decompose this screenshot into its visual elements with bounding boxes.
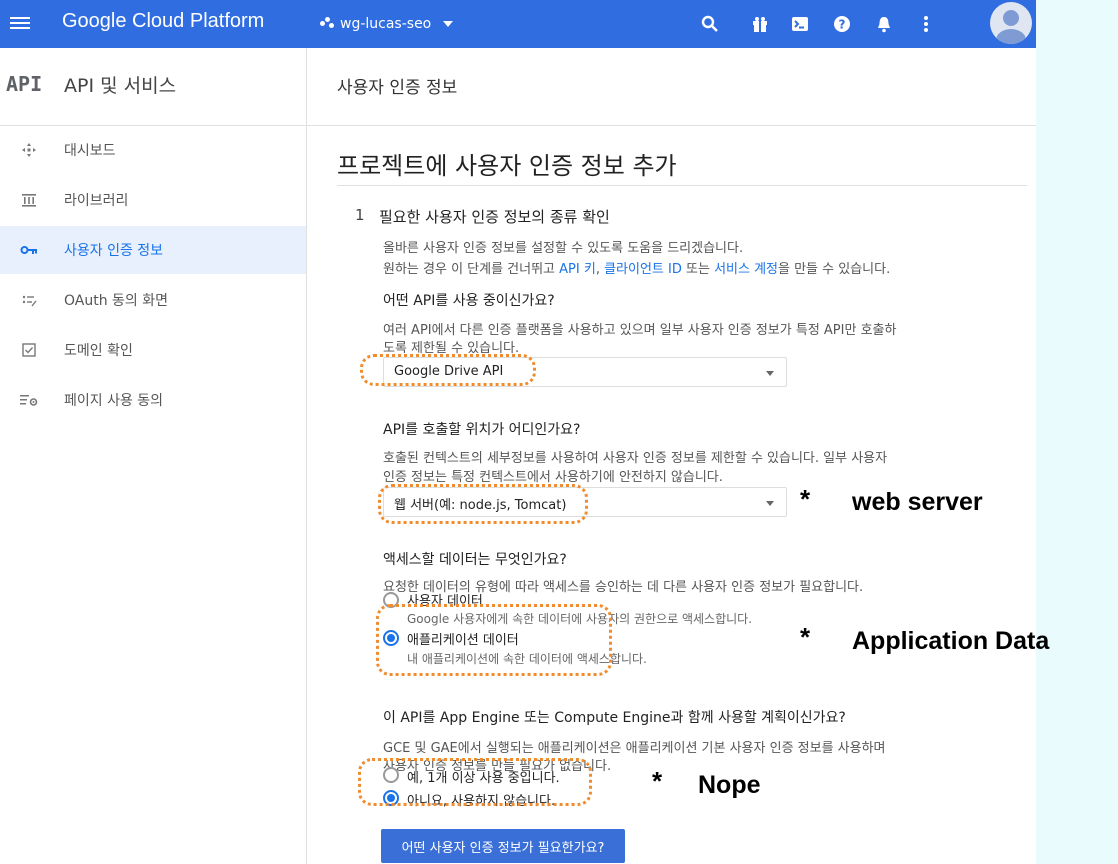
sidebar-item-library[interactable]: 라이브러리 bbox=[0, 176, 306, 224]
brand-title[interactable]: Google Cloud Platform bbox=[62, 10, 264, 33]
sidebar-item-credentials[interactable]: 사용자 인증 정보 bbox=[0, 226, 306, 274]
question-engine: 이 API를 App Engine 또는 Compute Engine과 함께 … bbox=[383, 710, 846, 726]
api-select-value: Google Drive API bbox=[394, 364, 504, 379]
radio-engine-yes-label: 예, 1개 이상 사용 중입니다. bbox=[407, 771, 560, 786]
project-selector[interactable]: wg-lucas-seo bbox=[320, 12, 454, 36]
step-title: 필요한 사용자 인증 정보의 종류 확인 bbox=[379, 208, 610, 226]
sidebar-item-page-usage-agreement[interactable]: 페이지 사용 동의 bbox=[0, 376, 306, 424]
question-location-desc: 인증 정보는 특정 컨텍스트에서 사용하기에 안전하지 않습니다. bbox=[383, 470, 723, 485]
question-api: 어떤 API를 사용 중이신가요? bbox=[383, 293, 555, 309]
dropdown-caret-icon bbox=[766, 371, 774, 376]
sidebar-item-dashboard[interactable]: 대시보드 bbox=[0, 126, 306, 174]
project-name: wg-lucas-seo bbox=[340, 16, 432, 32]
more-vert-icon[interactable] bbox=[914, 12, 938, 36]
question-api-desc: 여러 API에서 다른 인증 플랫폼을 사용하고 있으며 일부 사용자 인증 정… bbox=[383, 323, 897, 338]
api-logo: API bbox=[6, 72, 43, 96]
question-location: API를 호출할 위치가 어디인가요? bbox=[383, 422, 581, 438]
oauth-icon bbox=[20, 291, 38, 309]
caret-down-icon bbox=[443, 21, 454, 27]
top-bar: Google Cloud Platform wg-lucas-seo ? bbox=[0, 0, 1036, 48]
question-location-desc: 호출된 컨텍스트의 세부정보를 사용하여 사용자 인증 정보를 제한할 수 있습… bbox=[383, 451, 888, 466]
checkbox-icon bbox=[20, 341, 38, 359]
page-header: 사용자 인증 정보 bbox=[306, 48, 1036, 126]
radio-user-data[interactable] bbox=[383, 592, 399, 608]
radio-user-data-label: 사용자 데이터 bbox=[407, 594, 483, 609]
intro-links-line: 원하는 경우 이 단계를 건너뛰고 API 키, 클라이언트 ID 또는 서비스… bbox=[383, 258, 890, 277]
api-key-link[interactable]: API 키 bbox=[559, 262, 596, 277]
radio-application-data-label: 애플리케이션 데이터 bbox=[407, 633, 519, 648]
divider bbox=[337, 185, 1027, 186]
sidebar: 대시보드 라이브러리 사용자 인증 정보 OAuth 동의 화면 도메인 확인 bbox=[0, 126, 306, 864]
sidebar-item-label: 페이지 사용 동의 bbox=[64, 393, 164, 409]
account-icon[interactable] bbox=[990, 2, 1032, 44]
annotation-star: * bbox=[800, 484, 811, 514]
location-select[interactable]: 웹 서버(예: node.js, Tomcat) bbox=[383, 487, 787, 517]
annotation-note-nope: Nope bbox=[698, 771, 761, 799]
menu-icon[interactable] bbox=[10, 14, 30, 34]
bell-icon[interactable] bbox=[872, 12, 896, 36]
question-engine-desc: GCE 및 GAE에서 실행되는 애플리케이션은 애플리케이션 기본 사용자 인… bbox=[383, 741, 886, 756]
separator-text: 또는 bbox=[681, 262, 715, 277]
sidebar-item-oauth-consent[interactable]: OAuth 동의 화면 bbox=[0, 276, 306, 324]
sidebar-item-label: 라이브러리 bbox=[64, 193, 129, 209]
radio-engine-yes[interactable] bbox=[383, 767, 399, 783]
gift-icon[interactable] bbox=[748, 12, 772, 36]
sidebar-item-label: OAuth 동의 화면 bbox=[64, 293, 169, 309]
radio-application-data-desc: 내 애플리케이션에 속한 데이터에 액세스합니다. bbox=[407, 652, 647, 666]
svg-text:?: ? bbox=[839, 18, 846, 32]
page-heading: 프로젝트에 사용자 인증 정보 추가 bbox=[337, 152, 677, 180]
sidebar-item-label: 대시보드 bbox=[64, 143, 116, 159]
radio-application-data[interactable] bbox=[383, 630, 399, 646]
which-credentials-button[interactable]: 어떤 사용자 인증 정보가 필요한가요? bbox=[381, 829, 625, 863]
sidebar-item-label: 사용자 인증 정보 bbox=[64, 243, 164, 259]
location-select-value: 웹 서버(예: node.js, Tomcat) bbox=[394, 498, 567, 513]
intro-text: 올바른 사용자 인증 정보를 설정할 수 있도록 도움을 드리겠습니다. bbox=[383, 241, 744, 256]
page-title: 사용자 인증 정보 bbox=[337, 78, 458, 98]
dropdown-caret-icon bbox=[766, 501, 774, 506]
service-header: API API 및 서비스 bbox=[0, 48, 306, 126]
step-number: 1 bbox=[355, 206, 365, 224]
settings-list-icon bbox=[20, 391, 38, 409]
intro-text: 원하는 경우 이 단계를 건너뛰고 bbox=[383, 262, 560, 277]
intro-text: 을 만들 수 있습니다. bbox=[778, 262, 891, 277]
app-window: Google Cloud Platform wg-lucas-seo ? API… bbox=[0, 0, 1036, 864]
service-account-link[interactable]: 서비스 계정 bbox=[714, 262, 778, 277]
search-icon[interactable] bbox=[698, 12, 722, 36]
annotation-star: * bbox=[652, 766, 663, 796]
question-data: 액세스할 데이터는 무엇인가요? bbox=[383, 552, 567, 568]
sidebar-item-label: 도메인 확인 bbox=[64, 343, 133, 359]
annotation-star: * bbox=[800, 622, 811, 652]
separator-text: , bbox=[595, 262, 605, 277]
api-select[interactable]: Google Drive API bbox=[383, 357, 787, 387]
dashboard-icon bbox=[20, 141, 38, 159]
annotation-note-web-server: web server bbox=[852, 488, 983, 516]
library-icon bbox=[20, 191, 38, 209]
service-title: API 및 서비스 bbox=[64, 75, 177, 97]
annotation-note-application-data: Application Data bbox=[852, 627, 1050, 655]
sidebar-item-domain-verification[interactable]: 도메인 확인 bbox=[0, 326, 306, 374]
terminal-icon[interactable] bbox=[788, 12, 812, 36]
radio-engine-no[interactable] bbox=[383, 790, 399, 806]
project-dots-icon bbox=[320, 17, 334, 31]
radio-user-data-desc: Google 사용자에게 속한 데이터에 사용자의 권한으로 액세스합니다. bbox=[407, 612, 753, 626]
radio-engine-no-label: 아니요, 사용하지 않습니다. bbox=[407, 794, 556, 809]
question-api-desc: 도록 제한될 수 있습니다. bbox=[383, 341, 520, 356]
client-id-link[interactable]: 클라이언트 ID bbox=[604, 262, 682, 277]
key-icon bbox=[20, 241, 38, 259]
help-icon[interactable]: ? bbox=[830, 12, 854, 36]
